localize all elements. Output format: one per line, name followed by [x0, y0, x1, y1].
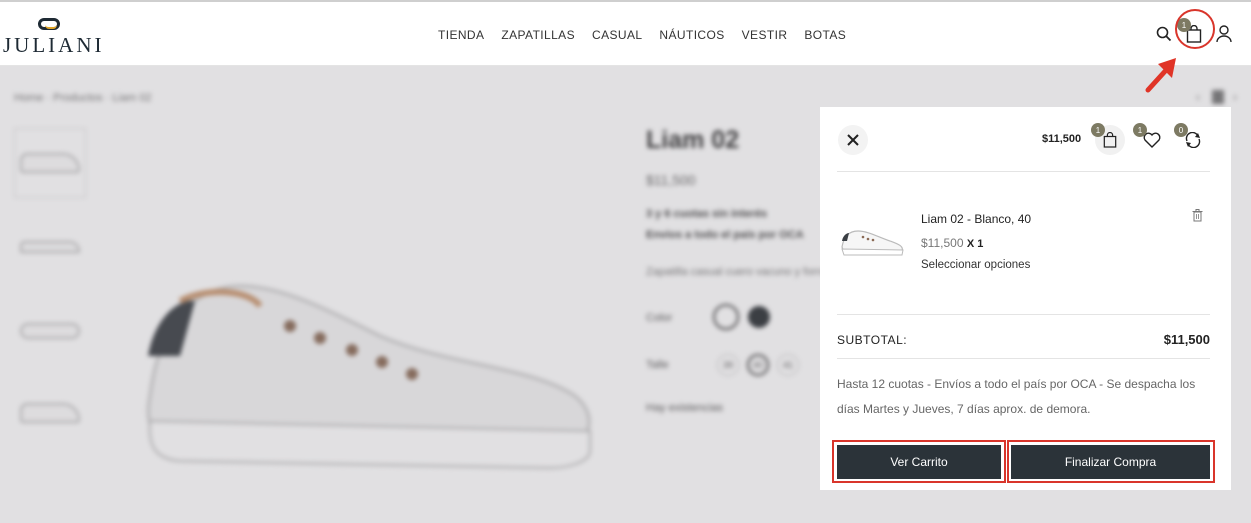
user-icon[interactable]	[1213, 22, 1235, 46]
mini-cart-panel: $11,500 1 1 0 Liam 02 - Blanco, 40 $11,5…	[820, 107, 1231, 490]
cart-item-price-line: $11,500 X 1	[921, 236, 983, 250]
divider	[837, 314, 1210, 315]
mini-cart-bag-icon[interactable]: 1	[1091, 123, 1125, 155]
header-icons: 1	[1153, 18, 1235, 46]
search-icon[interactable]	[1153, 22, 1175, 46]
logo-mark	[38, 18, 60, 30]
close-icon[interactable]	[838, 125, 868, 155]
wishlist-count-badge: 1	[1133, 123, 1147, 137]
cart-count-badge: 1	[1177, 18, 1191, 32]
shipping-note: Hasta 12 cuotas - Envíos a todo el país …	[837, 377, 1196, 416]
trash-icon[interactable]	[1192, 209, 1203, 227]
site-header: JULIANI TIENDA ZAPATILLAS CASUAL NÁUTICO…	[0, 0, 1251, 66]
nav-item-zapatillas[interactable]: ZAPATILLAS	[501, 28, 575, 42]
divider	[837, 358, 1210, 359]
subtotal-value: $11,500	[1163, 332, 1210, 347]
nav-item-nauticos[interactable]: NÁUTICOS	[659, 28, 724, 42]
cart-item-name[interactable]: Liam 02 - Blanco, 40	[921, 212, 1031, 226]
subtotal-label: SUBTOTAL:	[837, 333, 908, 347]
main-nav: TIENDA ZAPATILLAS CASUAL NÁUTICOS VESTIR…	[438, 28, 846, 42]
nav-item-botas[interactable]: BOTAS	[804, 28, 846, 42]
mini-cart-total: $11,500	[1042, 133, 1082, 145]
annotation-arrow-icon	[1145, 58, 1176, 93]
cart-item-price: $11,500	[921, 236, 964, 250]
logo-text: JULIANI	[3, 33, 105, 57]
cart-item-thumbnail[interactable]	[838, 225, 906, 259]
cart-item-options-link[interactable]: Seleccionar opciones	[921, 259, 1030, 271]
compare-count-badge: 0	[1174, 123, 1188, 137]
shopping-bag-icon[interactable]: 1	[1177, 18, 1205, 46]
cart-count-badge: 1	[1091, 123, 1105, 137]
divider	[837, 171, 1210, 172]
nav-item-tienda[interactable]: TIENDA	[438, 28, 484, 42]
checkout-button[interactable]: Finalizar Compra	[1011, 445, 1210, 479]
nav-item-casual[interactable]: CASUAL	[592, 28, 642, 42]
wishlist-heart-icon[interactable]: 1	[1133, 123, 1165, 153]
view-cart-button[interactable]: Ver Carrito	[837, 445, 1001, 479]
nav-item-vestir[interactable]: VESTIR	[742, 28, 788, 42]
logo[interactable]: JULIANI	[0, 14, 101, 60]
cart-item-qty: X 1	[966, 238, 984, 250]
compare-icon[interactable]: 0	[1174, 123, 1206, 153]
